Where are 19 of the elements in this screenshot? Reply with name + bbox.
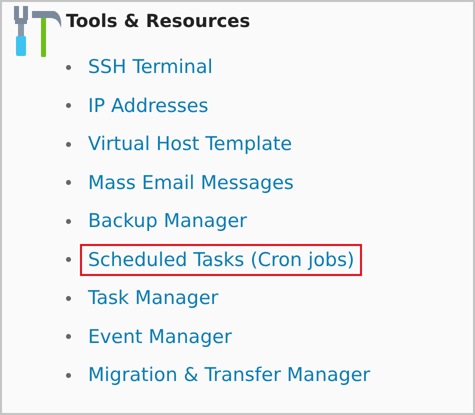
bullet-icon [66, 218, 71, 224]
bullet-icon [66, 257, 71, 262]
bullet-icon [66, 372, 71, 378]
bullet-icon [66, 180, 71, 186]
link[interactable]: Backup Manager [80, 205, 255, 238]
link[interactable]: Migration & Transfer Manager [80, 359, 378, 392]
bullet-icon [66, 142, 71, 147]
section-title: Tools & Resources [66, 11, 250, 32]
link[interactable]: Event Manager [80, 320, 240, 353]
bullet-icon [66, 296, 71, 301]
bullet-icon [66, 334, 71, 340]
bullet-icon [66, 103, 71, 108]
link[interactable]: Mass Email Messages [80, 166, 302, 199]
link[interactable]: Task Manager [80, 282, 226, 314]
link[interactable]: IP Addresses [80, 90, 216, 122]
link[interactable]: Virtual Host Template [80, 128, 300, 160]
bullet-icon [66, 64, 71, 70]
link[interactable]: Scheduled Tasks (Cron jobs) [80, 244, 362, 276]
link[interactable]: SSH Terminal [80, 51, 221, 84]
